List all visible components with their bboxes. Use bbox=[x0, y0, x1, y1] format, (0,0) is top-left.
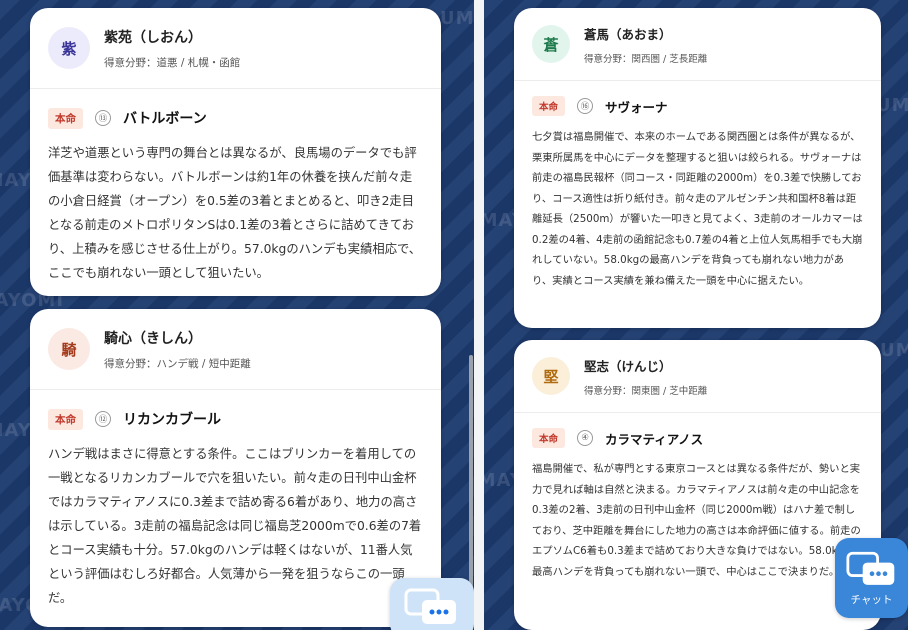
chat-bubble-icon bbox=[404, 588, 456, 624]
pick-badge: 本命 bbox=[48, 408, 83, 430]
split-divider bbox=[474, 0, 484, 630]
expert-card-shion: 紫 紫苑（しおん） 得意分野：道悪 / 札幌・函館 本命 ⑬ バトルボーン 洋芝… bbox=[30, 8, 441, 296]
chat-button[interactable]: チャット bbox=[835, 538, 908, 618]
expert-header: 紫 紫苑（しおん） 得意分野：道悪 / 札幌・函館 bbox=[30, 8, 441, 89]
horse-name: リカンカブール bbox=[123, 412, 221, 428]
expert-specialty: 得意分野：関西圏 / 芝長距離 bbox=[584, 53, 708, 65]
expert-card-aoma: 蒼 蒼馬（あおま） 得意分野：関西圏 / 芝長距離 本命 ⑯ サヴォーナ 七夕賞… bbox=[514, 8, 881, 328]
pick-badge: 本命 bbox=[48, 107, 83, 129]
expert-name: 蒼馬（あおま） bbox=[584, 26, 672, 42]
expert-header: 堅 堅志（けんじ） 得意分野：関東圏 / 芝中距離 bbox=[514, 340, 881, 413]
expert-specialty: 得意分野：関東圏 / 芝中距離 bbox=[584, 385, 708, 397]
chat-label: チャット bbox=[850, 593, 893, 606]
right-pane: UMAYOMI UMAYOMI UMAYOMI UMAYOMI 蒼 蒼馬（あおま… bbox=[484, 0, 908, 630]
avatar: 紫 bbox=[48, 27, 90, 69]
avatar: 蒼 bbox=[532, 25, 570, 63]
pick-comment: 福島開催で、私が専門とする東京コースとは異なる条件だが、勢いと実力で見れば軸は自… bbox=[532, 463, 861, 578]
horse-number: ⑬ bbox=[95, 110, 111, 126]
expert-header: 蒼 蒼馬（あおま） 得意分野：関西圏 / 芝長距離 bbox=[514, 8, 881, 81]
watermark: UMAYOMI bbox=[440, 8, 474, 29]
pick-comment: 七夕賞は福島開催で、本来のホームである関西圏とは条件が異なるが、栗東所属馬を中心… bbox=[532, 131, 863, 287]
expert-specialty: 得意分野：道悪 / 札幌・函館 bbox=[104, 56, 241, 69]
horse-number: ⑫ bbox=[95, 411, 111, 427]
avatar: 堅 bbox=[532, 357, 570, 395]
horse-number: ⑯ bbox=[577, 98, 594, 114]
chat-bubble-icon bbox=[845, 551, 894, 585]
left-pane: UMAYOMI UMAYOMI UMAYOMI UMAYOMI UMAYOMI … bbox=[0, 0, 474, 630]
expert-name: 堅志（けんじ） bbox=[584, 358, 672, 374]
expert-header: 騎 騎心（きしん） 得意分野：ハンデ戦 / 短中距離 bbox=[30, 309, 441, 390]
watermark: UMAYOMI bbox=[880, 340, 908, 361]
pick-badge: 本命 bbox=[532, 96, 566, 116]
expert-specialty: 得意分野：ハンデ戦 / 短中距離 bbox=[104, 357, 251, 370]
horse-number: ④ bbox=[577, 430, 594, 446]
expert-name: 騎心（きしん） bbox=[104, 330, 202, 347]
pick-badge: 本命 bbox=[532, 428, 566, 448]
horse-name: バトルボーン bbox=[123, 111, 207, 127]
horse-name: カラマティアノス bbox=[605, 431, 704, 447]
expert-name: 紫苑（しおん） bbox=[104, 29, 202, 46]
avatar: 騎 bbox=[48, 328, 90, 370]
expert-card-kenji: 堅 堅志（けんじ） 得意分野：関東圏 / 芝中距離 本命 ④ カラマティアノス … bbox=[514, 340, 881, 630]
expert-card-kishin: 騎 騎心（きしん） 得意分野：ハンデ戦 / 短中距離 本命 ⑫ リカンカブール … bbox=[30, 309, 441, 627]
chat-button[interactable] bbox=[390, 578, 474, 630]
scrollbar[interactable] bbox=[469, 355, 473, 595]
pick-comment: 洋芝や道悪という専門の舞台とは異なるが、良馬場のデータでも評価基準は変わらない。… bbox=[48, 146, 422, 280]
pick-comment: ハンデ戦はまさに得意とする条件。ここはブリンカーを着用しての一戦となるリカンカブ… bbox=[48, 447, 422, 605]
horse-name: サヴォーナ bbox=[605, 99, 668, 115]
